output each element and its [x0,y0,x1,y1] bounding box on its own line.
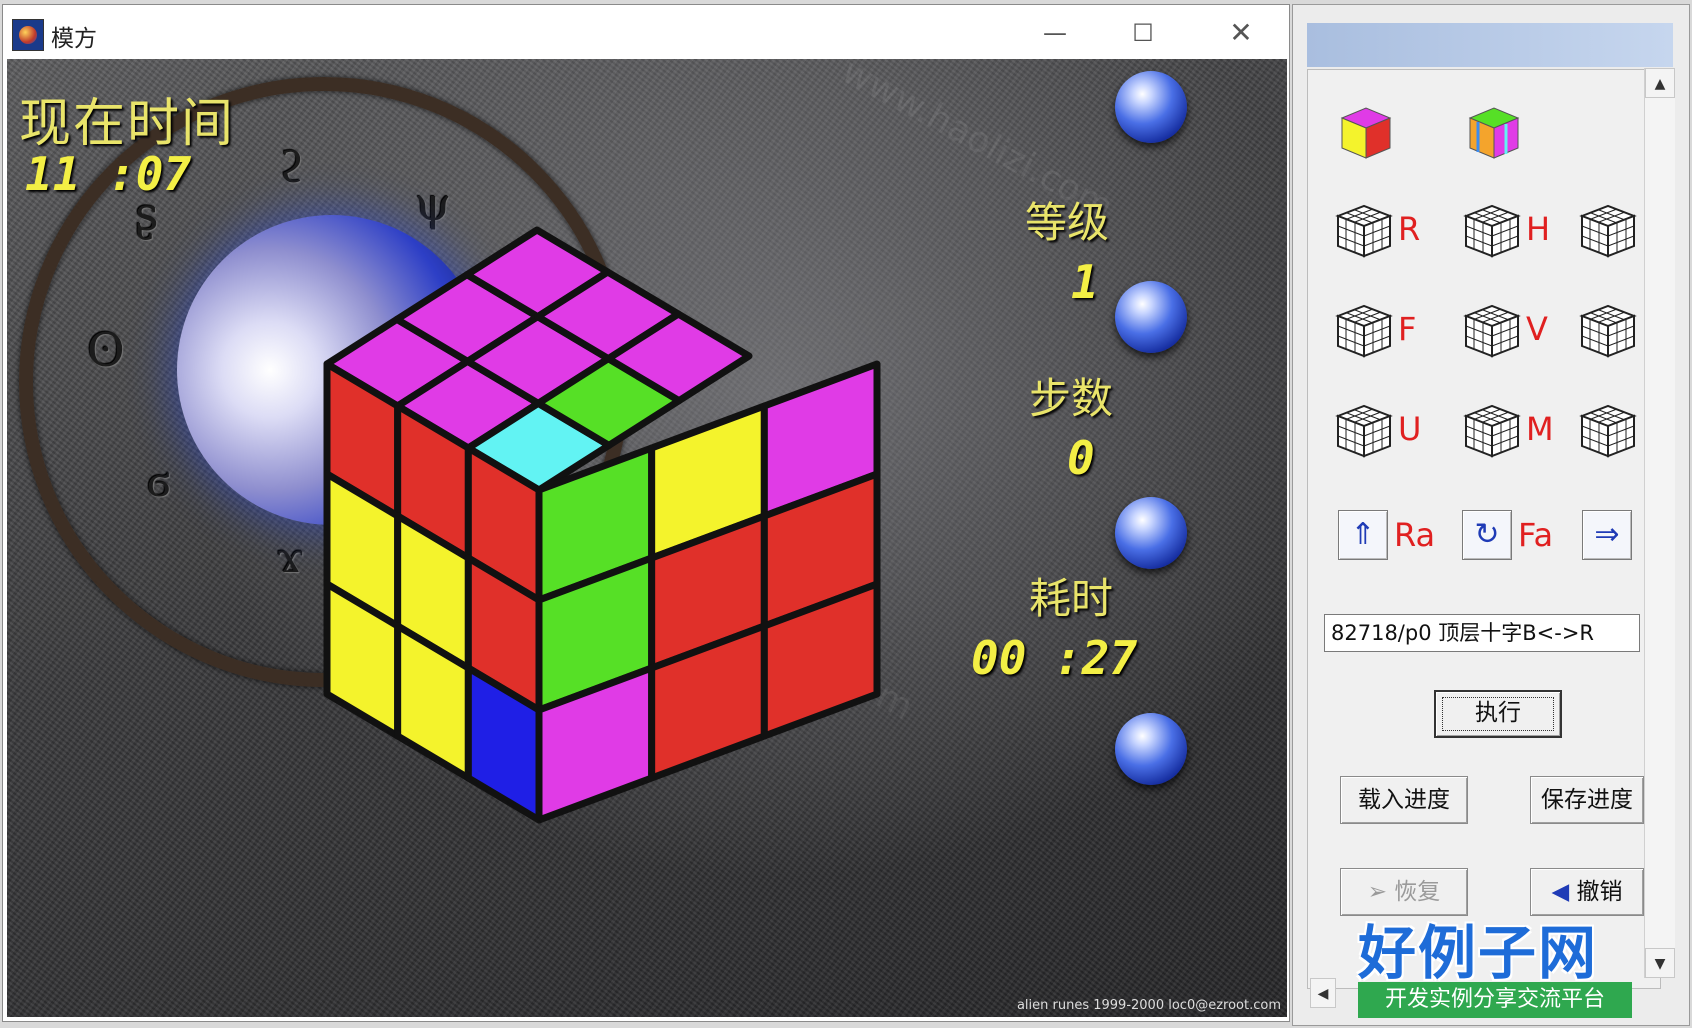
wire-cube-icon [1335,304,1393,358]
move-letter: M [1526,410,1554,448]
move-letter: F [1398,310,1417,348]
rotate-label: Fa [1518,516,1554,554]
wire-cube-icon [1463,304,1521,358]
steps-label: 步数 [1029,374,1114,423]
brand-tagline: 开发实例分享交流平台 [1358,982,1632,1018]
level-label: 等级 [1025,198,1110,247]
title-bar[interactable]: 模方 — ☐ ✕ [3,5,1289,57]
wire-cube-icon [1463,204,1521,258]
rune-glyph: ψ [415,177,452,231]
scroll-up-arrow[interactable]: ▲ [1645,68,1675,98]
wire-cube-icon [1579,304,1637,358]
wire-cube-icon [1335,204,1393,258]
execute-button[interactable]: 执行 [1434,690,1562,738]
level-value: 1 [1071,255,1099,309]
sequence-input[interactable]: 82718/p0 顶层十字B<->R [1324,614,1640,652]
panel-header [1307,23,1673,67]
rune-glyph: ϩ [279,139,304,193]
rotate-cw-icon: ↻ [1474,517,1500,552]
rune-glyph: ϭ [147,453,171,507]
wire-cube-icon [1463,404,1521,458]
scramble-cube-icon[interactable] [1336,104,1396,162]
rotate-up-icon: ⇑ [1350,517,1376,552]
game-window: 模方 — ☐ ✕ www.haolizi.com www.haolizi.com… [2,4,1290,1022]
move-button-m[interactable]: M [1462,400,1572,460]
focus-ring [1442,697,1554,731]
move-button-i[interactable] [1578,200,1642,260]
game-scene[interactable]: www.haolizi.com www.haolizi.com www.haol… [7,59,1287,1017]
redo-label: 恢复 [1394,879,1441,905]
elapsed-value: 00 :27 [971,631,1138,685]
rune-glyph: ϫ [277,529,304,583]
app-icon [12,19,44,51]
scroll-down-arrow[interactable]: ▼ [1645,948,1675,978]
move-button-r[interactable]: R [1334,200,1444,260]
move-button-h[interactable]: H [1462,200,1572,260]
move-button-i[interactable] [1578,300,1642,360]
orb-button[interactable] [1115,497,1187,569]
orb-button[interactable] [1115,281,1187,353]
move-button-f[interactable]: F [1334,300,1444,360]
close-button[interactable]: ✕ [1209,13,1273,53]
undo-arrow-icon: ◀ [1551,879,1577,905]
save-progress-button[interactable]: 保存进度 [1530,776,1644,824]
rotate-button-extra[interactable]: ⇒ [1582,510,1632,560]
rune-glyph: ʘ [87,323,125,377]
rotate-right-icon: ⇒ [1594,517,1620,552]
move-letter: V [1526,310,1548,348]
rotate-button-ra[interactable]: ⇑ [1338,510,1388,560]
wire-cube-icon [1579,404,1637,458]
elapsed-label: 耗时 [1029,574,1114,623]
orb-button[interactable] [1115,71,1187,143]
maximize-button[interactable]: ☐ [1111,13,1175,53]
load-progress-button[interactable]: 载入进度 [1340,776,1468,824]
move-letter: H [1526,210,1551,248]
redo-arrow-icon: ➢ [1367,879,1395,905]
scroll-left-arrow[interactable]: ◀ [1310,978,1336,1008]
undo-label: 撤销 [1576,879,1623,905]
rotate-label: Ra [1394,516,1436,554]
move-button-i[interactable] [1578,400,1642,460]
window-title: 模方 [51,26,97,52]
rubiks-cube[interactable] [317,224,897,824]
move-button-v[interactable]: V [1462,300,1572,360]
orb-button[interactable] [1115,713,1187,785]
wire-cube-icon [1335,404,1393,458]
move-button-u[interactable]: U [1334,400,1444,460]
credit-text: alien runes 1999-2000 loc0@ezroot.com [1016,998,1281,1013]
clock-value: 11 :07 [25,147,192,201]
move-letter: U [1398,410,1422,448]
rotate-button-fa[interactable]: ↻ [1462,510,1512,560]
minimize-button[interactable]: — [1023,13,1087,53]
color-cube-icon[interactable] [1464,104,1524,162]
vertical-scrollbar[interactable]: ▲ ▼ [1644,68,1675,978]
move-letter: R [1398,210,1421,248]
clock-label: 现在时间 [19,94,236,154]
steps-value: 0 [1067,431,1095,485]
brand-logo-text: 好例子网 [1358,919,1599,987]
wire-cube-icon [1579,204,1637,258]
